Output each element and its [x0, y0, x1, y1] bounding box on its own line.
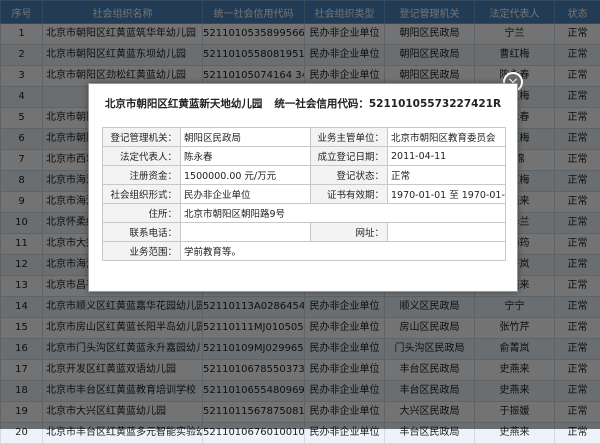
website-label: 网址：	[311, 223, 388, 242]
status-label: 登记状态：	[311, 166, 388, 185]
phone-label: 联系电话：	[103, 223, 181, 242]
detail-row: 住所： 北京市朝阳区朝阳路9号	[103, 204, 506, 223]
reg-authority-label: 登记管理机关：	[103, 128, 181, 147]
dialog-code-label: 统一社会信用代码：	[274, 98, 369, 110]
est-date-value: 2011-04-11	[388, 147, 506, 166]
detail-row: 联系电话： 网址：	[103, 223, 506, 242]
scope-value: 学前教育等。	[181, 242, 506, 261]
dialog-org-name: 北京市朝阳区红黄蓝新天地幼儿园	[105, 98, 263, 110]
dialog-title: 北京市朝阳区红黄蓝新天地幼儿园统一社会信用代码：5211010557322742…	[89, 96, 517, 111]
capital-value: 1500000.00 元/万元	[181, 166, 311, 185]
detail-row: 登记管理机关： 朝阳区民政局 业务主管单位： 北京市朝阳区教育委员会	[103, 128, 506, 147]
supervisor-value: 北京市朝阳区教育委员会	[388, 128, 506, 147]
detail-row: 法定代表人： 陈永春 成立登记日期： 2011-04-11	[103, 147, 506, 166]
validity-label: 证书有效期：	[311, 185, 388, 204]
org-type-label: 社会组织形式：	[103, 185, 181, 204]
dialog-code: 52110105573227421R	[369, 98, 501, 110]
est-date-label: 成立登记日期：	[311, 147, 388, 166]
legal-rep-label: 法定代表人：	[103, 147, 181, 166]
capital-label: 注册资金：	[103, 166, 181, 185]
supervisor-label: 业务主管单位：	[311, 128, 388, 147]
detail-row: 业务范围： 学前教育等。	[103, 242, 506, 261]
status-value: 正常	[388, 166, 506, 185]
address-value: 北京市朝阳区朝阳路9号	[181, 204, 506, 223]
website-value	[388, 223, 506, 242]
detail-row: 社会组织形式： 民办非企业单位 证书有效期： 1970-01-01 至 1970…	[103, 185, 506, 204]
reg-authority-value: 朝阳区民政局	[181, 128, 311, 147]
validity-value: 1970-01-01 至 1970-01-01	[388, 185, 506, 204]
detail-table: 登记管理机关： 朝阳区民政局 业务主管单位： 北京市朝阳区教育委员会 法定代表人…	[102, 127, 506, 261]
detail-dialog: 北京市朝阳区红黄蓝新天地幼儿园统一社会信用代码：5211010557322742…	[88, 83, 518, 292]
scope-label: 业务范围：	[103, 242, 181, 261]
address-label: 住所：	[103, 204, 181, 223]
legal-rep-value: 陈永春	[181, 147, 311, 166]
phone-value	[181, 223, 311, 242]
org-type-value: 民办非企业单位	[181, 185, 311, 204]
detail-row: 注册资金： 1500000.00 元/万元 登记状态： 正常	[103, 166, 506, 185]
